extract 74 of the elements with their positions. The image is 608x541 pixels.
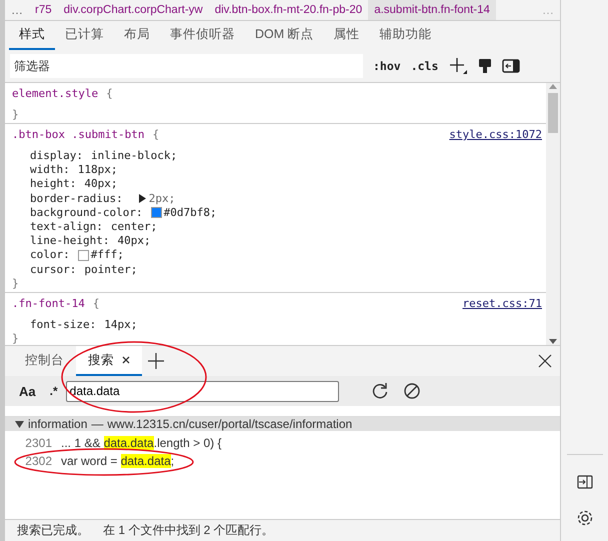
expand-icon[interactable] — [138, 194, 146, 204]
property-name: text-align: — [30, 220, 103, 234]
property-name: font-size: — [30, 318, 96, 332]
property-name: display: — [30, 149, 83, 164]
property-value: 40px; — [117, 234, 151, 248]
closing-brace: } — [12, 276, 19, 290]
property-name: color: — [30, 248, 70, 263]
panel-tab[interactable]: 属性 — [324, 21, 370, 50]
breadcrumb[interactable]: div.corpChart.corpChart-yw — [58, 0, 209, 20]
opening-brace: { — [106, 87, 113, 100]
property-value: inline-block; — [90, 149, 178, 164]
match-case-toggle[interactable]: Aa — [19, 384, 36, 398]
sidebar-toggle-icon[interactable] — [502, 59, 520, 73]
settings-icon[interactable] — [576, 509, 594, 527]
css-selector: element.style — [12, 87, 98, 100]
scrollbar-thumb[interactable] — [548, 93, 558, 133]
property-name: background-color: — [30, 206, 143, 220]
filter-field[interactable]: 筛选器 — [10, 54, 363, 78]
source-link[interactable]: reset.css:71 — [462, 296, 542, 310]
drawer-tab[interactable]: 搜索 — [76, 346, 142, 376]
opening-brace: { — [92, 296, 100, 310]
property-value: 118px; — [78, 163, 118, 178]
property-name: cursor: — [30, 262, 76, 277]
result-url[interactable]: www.12315.cn/cuser/portal/tscase/information — [107, 417, 352, 431]
line-number: 2302 — [24, 454, 53, 468]
property-value: 2px; — [148, 192, 176, 206]
opening-brace: { — [152, 128, 160, 141]
panel-tab[interactable]: 布局 — [114, 21, 160, 50]
panel-tab[interactable]: 已计算 — [55, 21, 114, 50]
closing-brace: } — [12, 108, 19, 121]
color-swatch[interactable] — [150, 207, 162, 218]
color-swatch[interactable] — [78, 250, 89, 262]
css-selector: .fn-font-14 — [12, 296, 85, 310]
cls-toggle[interactable]: .cls — [410, 59, 438, 73]
status-text: 在 1 个文件中找到 2 个匹配行。 — [103, 522, 274, 539]
property-value: 14px; — [104, 318, 138, 332]
result-line[interactable]: var word = data.data; — [61, 454, 174, 468]
css-selector: .btn-box .submit-btn — [12, 128, 144, 141]
expand-arrow-icon[interactable] — [15, 420, 24, 428]
paint-brush-icon[interactable] — [478, 58, 492, 74]
search-field[interactable]: data.data — [66, 380, 339, 402]
property-value: #0d7bf8; — [164, 206, 217, 220]
result-line[interactable]: ... 1 && data.data.length > 0) { — [61, 436, 222, 450]
closing-brace: } — [12, 332, 19, 345]
property-value: #fff; — [90, 248, 124, 263]
separator-dash: — — [91, 417, 104, 431]
dock-icon[interactable] — [576, 475, 592, 489]
regex-toggle[interactable]: .* — [50, 384, 58, 398]
property-name: border-radius: — [30, 192, 123, 206]
close-icon[interactable] — [122, 356, 130, 364]
hov-toggle[interactable]: :hov — [373, 59, 401, 73]
add-rule-icon[interactable] — [448, 57, 468, 75]
property-name: line-height: — [30, 234, 110, 248]
refresh-icon[interactable] — [370, 382, 389, 400]
status-text: 搜索已完成。 — [17, 522, 89, 539]
breadcrumb[interactable]: r75 — [29, 0, 58, 20]
panel-tab[interactable]: 辅助功能 — [370, 21, 442, 50]
line-number: 2301 — [24, 436, 53, 450]
property-value: 40px; — [84, 177, 118, 192]
panel-tab[interactable]: DOM 断点 — [245, 21, 324, 50]
close-icon[interactable] — [538, 354, 552, 368]
more-dots[interactable]: … — [5, 3, 29, 17]
breadcrumb[interactable]: div.btn-box.fn-mt-20.fn-pb-20 — [208, 0, 368, 20]
panel-tab[interactable]: 事件侦听器 — [160, 21, 245, 50]
property-value: pointer; — [84, 262, 138, 277]
breadcrumb[interactable]: a.submit-btn.fn-font-14 — [368, 0, 496, 20]
drawer-tab[interactable]: 控制台 — [13, 346, 76, 376]
property-name: height: — [30, 177, 76, 192]
add-tab-icon[interactable] — [148, 353, 164, 369]
clear-icon[interactable] — [402, 382, 421, 400]
property-value: center; — [110, 220, 158, 234]
source-link[interactable]: style.css:1072 — [449, 128, 542, 141]
property-name: width: — [30, 163, 70, 178]
result-file[interactable]: information — [28, 417, 88, 431]
